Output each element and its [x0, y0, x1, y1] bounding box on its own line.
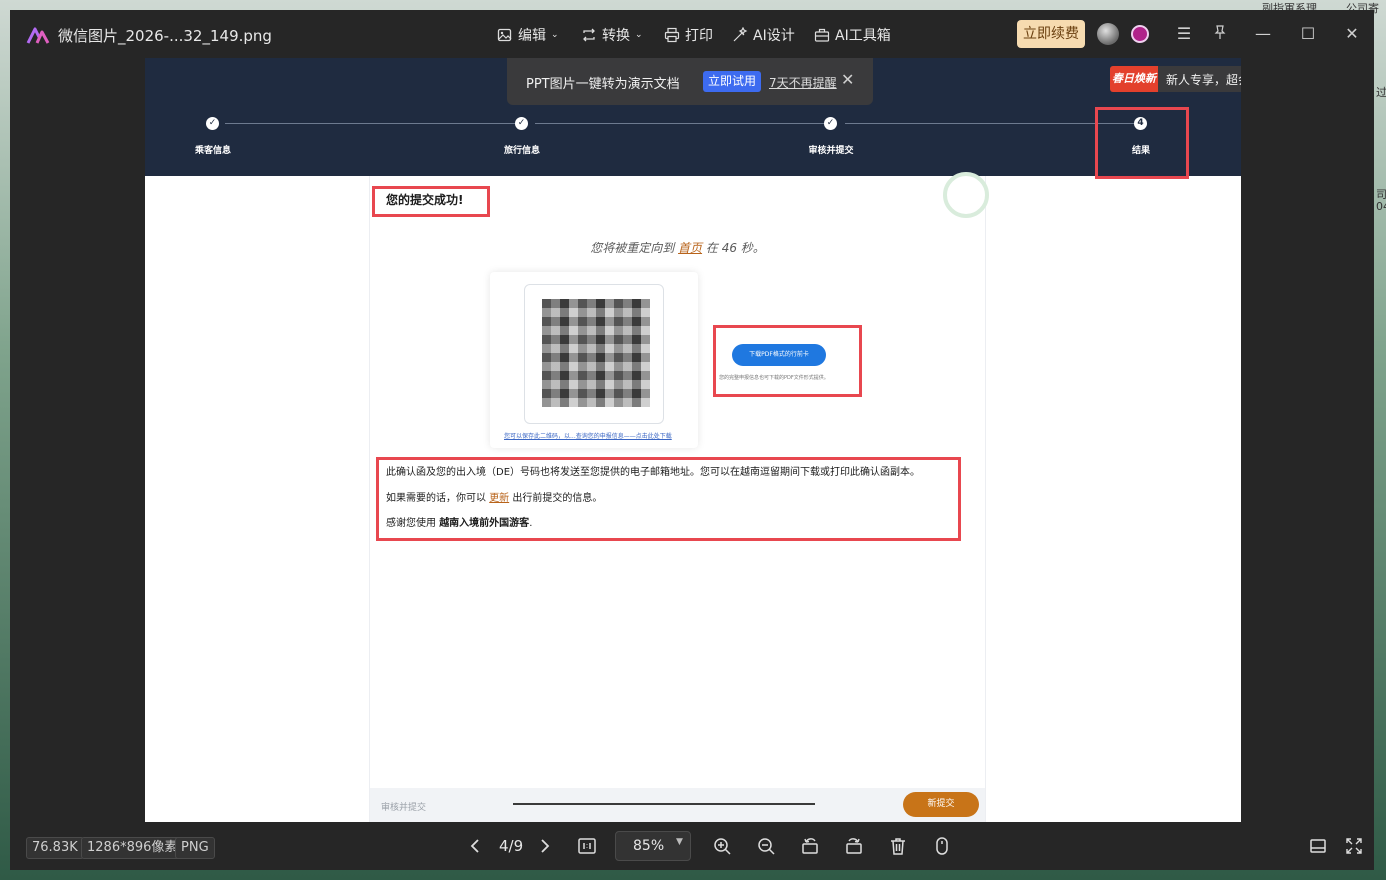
redirect-suffix: 在 46 秒。 [705, 241, 765, 255]
caret-down-icon: ▼ [676, 837, 683, 847]
promo-tag: 春日焕新 [1110, 66, 1158, 92]
step-check-icon: ✓ [206, 117, 219, 130]
image-edit-icon [497, 28, 512, 42]
title-bar: 微信图片_2026-...32_149.png 编辑 ⌄ 转换 ⌄ 打印 AI设… [10, 10, 1374, 58]
toolbox-icon [814, 28, 830, 42]
fullscreen-icon[interactable] [1344, 836, 1364, 856]
step-label-review: 审核并提交 [808, 146, 854, 156]
printer-icon [664, 27, 680, 43]
minimize-icon[interactable]: — [1253, 24, 1273, 44]
edit-menu[interactable]: 编辑 ⌄ [497, 25, 559, 45]
thumbnail-strip-icon[interactable] [1308, 836, 1328, 856]
pin-icon[interactable] [1210, 24, 1230, 44]
mouse-mode-icon[interactable] [932, 836, 952, 856]
chevron-down-icon: ⌄ [635, 30, 643, 40]
zoom-value: 85% [633, 838, 665, 854]
next-page-icon[interactable] [534, 836, 554, 856]
step-check-icon: ✓ [824, 117, 837, 130]
step-connector [535, 123, 825, 124]
print-label: 打印 [685, 28, 713, 44]
desktop-fragment: 过 [1376, 86, 1386, 99]
maximize-icon[interactable]: ☐ [1298, 24, 1318, 44]
convert-icon [583, 28, 595, 42]
print-button[interactable]: 打印 [664, 25, 713, 45]
step-connector [845, 123, 1135, 124]
step-label-travel: 旅行信息 [503, 146, 541, 156]
popup-close-icon[interactable]: ✕ [841, 70, 854, 89]
image-viewer-window: 微信图片_2026-...32_149.png 编辑 ⌄ 转换 ⌄ 打印 AI设… [10, 10, 1374, 870]
form-footer: 审核并提交 新提交 [370, 788, 985, 822]
redirect-prefix: 您将被重定向到 [590, 241, 675, 255]
qr-code-card: 您可以保存此二维码，以...查询您的申报信息——点击此处下载 [490, 272, 698, 448]
edit-label: 编辑 [518, 28, 546, 44]
dimensions-chip: 1286*896像素 [81, 837, 184, 859]
step-check-icon: ✓ [515, 117, 528, 130]
delete-icon[interactable] [888, 836, 908, 856]
close-icon[interactable]: ✕ [1342, 24, 1362, 44]
promo-popup: PPT图片一键转为演示文档 立即试用 7天不再提醒 ✕ [507, 58, 873, 105]
bottom-toolbar: 76.83K 1286*896像素 PNG 4/9 85% ▼ [10, 822, 1374, 870]
highlight-box-result-step [1095, 107, 1189, 179]
dismiss-7-days-link[interactable]: 7天不再提醒 [769, 74, 837, 91]
page-indicator: 4/9 [499, 837, 524, 855]
qr-download-link[interactable]: 您可以保存此二维码，以...查询您的申报信息——点击此处下载 [504, 431, 684, 440]
redirect-message: 您将被重定向到 首页 在 46 秒。 [370, 239, 985, 256]
popup-text: PPT图片一键转为演示文档 [526, 77, 680, 92]
home-link[interactable]: 首页 [678, 241, 702, 255]
new-submission-button[interactable]: 新提交 [903, 792, 979, 817]
footer-step-label: 审核并提交 [381, 803, 427, 813]
window-title: 微信图片_2026-...32_149.png [58, 27, 272, 45]
qr-code-pixelated [542, 299, 650, 407]
rotate-left-icon[interactable] [800, 836, 820, 856]
document-page: 您的提交成功! 您将被重定向到 首页 在 46 秒。 您可以保存此二维码，以..… [369, 172, 989, 822]
actual-size-icon[interactable] [577, 836, 597, 856]
ai-toolbox-label: AI工具箱 [835, 28, 891, 44]
renew-button[interactable]: 立即续费 [1017, 20, 1085, 48]
menu-icon[interactable]: ☰ [1174, 24, 1194, 44]
ai-design-icon [733, 27, 748, 42]
zoom-in-icon[interactable] [712, 836, 732, 856]
footer-progress-bar [513, 803, 815, 805]
convert-menu[interactable]: 转换 ⌄ [581, 25, 643, 45]
file-size-chip: 76.83K [26, 837, 84, 859]
promo-text: 新人专享，超会包月低至9.9元 [1166, 73, 1241, 87]
desktop-fragment: 04 [1376, 200, 1386, 213]
image-canvas: ✓ ✓ ✓ 4 乘客信息 旅行信息 审核并提交 结果 PPT图片一键转为演示文档… [145, 58, 1241, 822]
highlight-box-info [376, 457, 961, 541]
highlight-box-title [372, 186, 490, 217]
step-connector [225, 123, 515, 124]
ai-design-label: AI设计 [753, 28, 795, 44]
zoom-out-icon[interactable] [756, 836, 776, 856]
step-label-passenger: 乘客信息 [194, 146, 232, 156]
app-logo-icon [26, 27, 50, 44]
pin-glyph-icon [1214, 25, 1226, 39]
rotate-right-icon[interactable] [844, 836, 864, 856]
ai-design-button[interactable]: AI设计 [732, 25, 795, 45]
promo-banner[interactable]: 春日焕新 新人专享，超会包月低至9.9元 [1110, 66, 1241, 92]
format-chip: PNG [175, 837, 215, 859]
avatar[interactable] [1097, 23, 1119, 45]
previous-page-icon[interactable] [466, 836, 486, 856]
success-check-icon [943, 172, 989, 218]
convert-label: 转换 [602, 28, 630, 44]
zoom-select[interactable]: 85% ▼ [615, 831, 691, 861]
try-now-button[interactable]: 立即试用 [703, 71, 761, 92]
highlight-box-download [713, 325, 862, 397]
qr-code-frame [524, 284, 664, 424]
chevron-down-icon: ⌄ [551, 30, 559, 40]
vip-badge-icon[interactable] [1131, 25, 1149, 43]
ai-toolbox-button[interactable]: AI工具箱 [814, 25, 891, 45]
